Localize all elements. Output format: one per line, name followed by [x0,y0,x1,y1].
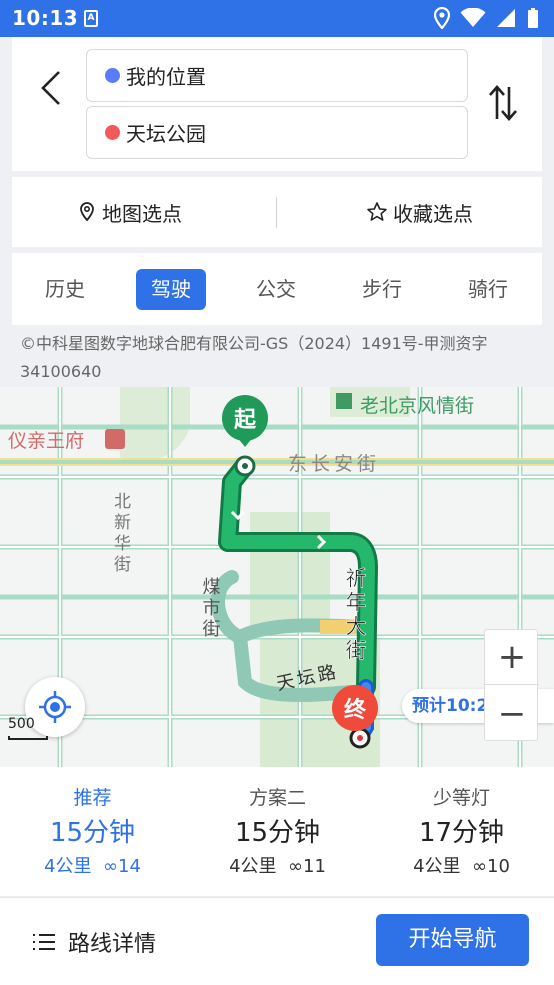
map-pick-button[interactable]: 地图选点 [78,177,182,247]
back-button[interactable] [37,69,67,109]
street-label: 北新华街 [110,492,131,576]
tab-drive[interactable]: 驾驶 [136,269,206,310]
route-input-panel: 我的位置 天坛公园 [12,37,542,171]
tab-bike[interactable]: 骑行 [453,269,523,310]
route-meta: 4公里 ∞14 [0,852,185,878]
destination-field[interactable]: 天坛公园 [86,106,468,159]
status-bar: 10:13 A [0,0,554,37]
traffic-light-icon: ∞ [288,856,303,877]
route-duration: 15分钟 [49,818,136,848]
signal-icon [497,9,515,27]
chevron-left-icon [41,71,60,105]
wifi-icon [460,8,486,27]
map-scale: 500 [8,716,48,740]
route-option-1[interactable]: 推荐 15分钟 4公里 ∞14 [0,767,185,896]
status-time: 10:13 [12,6,79,30]
origin-text: 我的位置 [126,65,206,89]
route-duration: 15分钟 [234,818,321,848]
route-details-button[interactable]: 路线详情 [32,926,156,958]
tab-transit[interactable]: 公交 [241,269,311,310]
route-lights: 10 [487,856,510,877]
route-options: 推荐 15分钟 4公里 ∞14 方案二 15分钟 4公里 ∞11 少等灯 17分… [0,767,554,896]
route-lights: 11 [303,856,326,877]
poi-label: 老北京风情街 [360,395,474,417]
start-marker-label: 起 [233,408,257,433]
favorite-pick-button[interactable]: 收藏选点 [366,177,473,247]
street-label: 东长安街 [288,453,380,475]
zoom-out-button[interactable]: − [485,686,539,741]
tab-walk[interactable]: 步行 [347,269,417,310]
bottom-action-bar: 路线详情 开始导航 [0,897,554,985]
poi-tree-icon [336,393,352,409]
scale-bar [8,736,48,740]
tab-history[interactable]: 历史 [30,269,100,310]
traffic-light-icon: ∞ [103,856,118,877]
route-distance: 4公里 [44,856,92,877]
route-distance: 4公里 [413,856,461,877]
route-duration: 17分钟 [418,818,505,848]
route-distance: 4公里 [229,856,277,877]
favorite-pick-label: 收藏选点 [393,201,473,226]
destination-text: 天坛公园 [126,122,206,146]
swap-button[interactable] [487,83,519,123]
map-view[interactable]: 起 终 老北京风情街 仪亲王府 东长安街 北新华街 煤市街 祈年大街 天坛路 预… [0,387,554,767]
route-label: 方案二 [248,787,306,809]
street-label: 祈年大街 [343,567,367,663]
origin-dot-icon [105,68,120,83]
list-icon [33,934,55,950]
route-option-3[interactable]: 少等灯 17分钟 4公里 ∞10 [369,767,554,896]
travel-mode-tabs: 历史 驾驶 公交 步行 骑行 [12,253,542,325]
map-pick-label: 地图选点 [102,201,182,226]
origin-field[interactable]: 我的位置 [86,49,468,102]
star-icon [367,202,387,221]
scale-label: 500 [8,716,35,732]
route-option-2[interactable]: 方案二 15分钟 4公里 ∞11 [185,767,370,896]
route-details-label: 路线详情 [68,932,157,957]
route-label: 少等灯 [432,787,490,809]
route-meta: 4公里 ∞10 [369,852,554,878]
poi-label: 仪亲王府 [8,430,84,452]
end-marker-label: 终 [344,697,367,723]
zoom-controls: + − [484,629,539,741]
pick-divider [276,197,277,228]
app-notification-icon: A [84,10,98,27]
pick-row: 地图选点 收藏选点 [12,177,542,247]
route-label: 推荐 [73,787,112,809]
location-status-icon [434,7,450,29]
route-meta: 4公里 ∞11 [185,852,370,878]
traffic-light-icon: ∞ [472,856,487,877]
swap-arrows-icon [489,85,517,121]
map-copyright: ©中科星图数字地球合肥有限公司-GS（2024）1491号-甲测资字341006… [12,330,542,386]
street-label: 煤市街 [200,577,221,640]
zoom-in-button[interactable]: + [485,630,539,685]
battery-icon [528,8,538,28]
map-pin-icon [80,202,94,222]
start-navigation-button[interactable]: 开始导航 [376,914,529,966]
route-lights: 14 [118,856,141,877]
destination-dot-icon [105,125,120,140]
poi-building-icon [105,429,125,449]
